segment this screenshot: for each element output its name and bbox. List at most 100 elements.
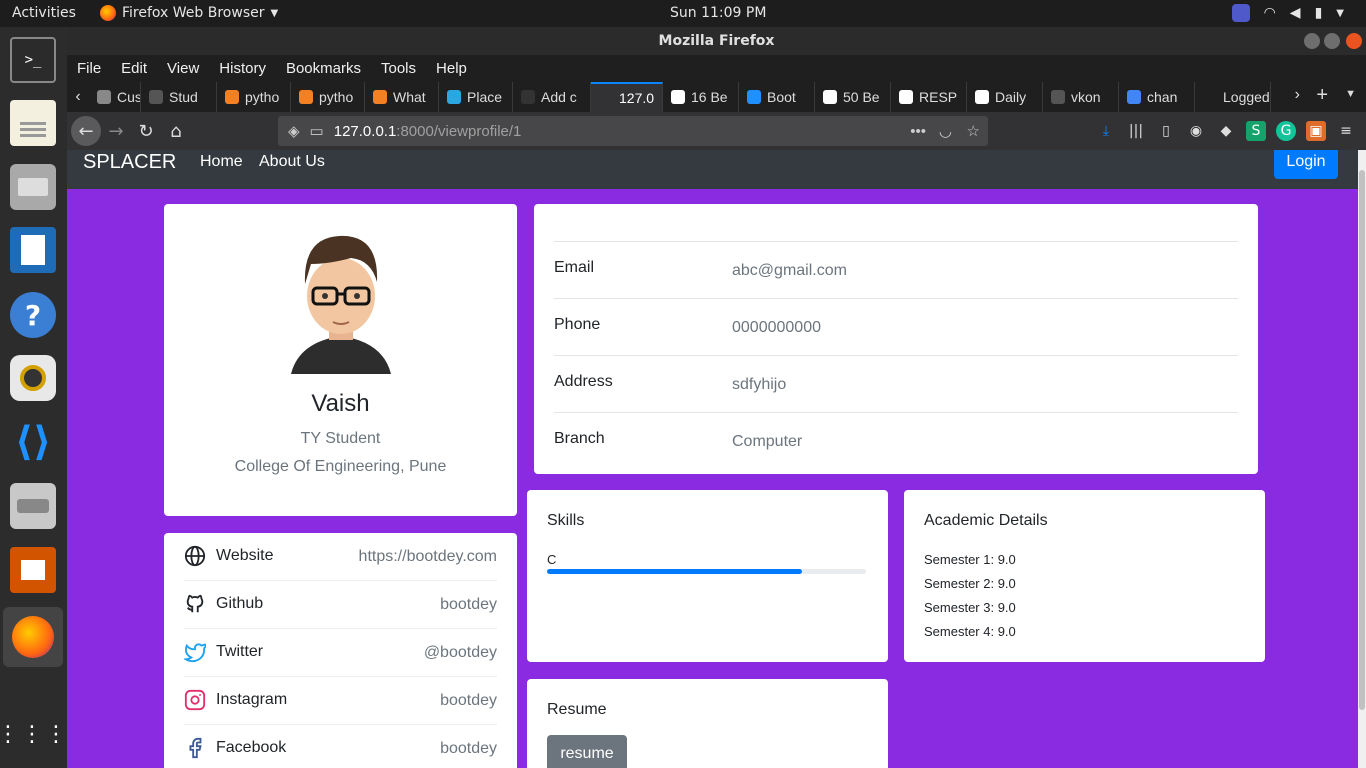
- tab-5[interactable]: What: [365, 82, 439, 112]
- page-actions-icon[interactable]: •••: [910, 123, 926, 140]
- writer-icon[interactable]: [10, 227, 56, 273]
- social-row-facebook[interactable]: Facebook bootdey: [184, 725, 497, 768]
- detail-label: Phone: [554, 316, 601, 333]
- tab-label: pytho: [319, 89, 354, 105]
- account-icon[interactable]: ◉: [1186, 121, 1206, 141]
- tab-6[interactable]: Place: [439, 82, 513, 112]
- forward-icon[interactable]: →: [101, 116, 131, 146]
- tab-8[interactable]: 127.0✕: [591, 82, 663, 112]
- s-extension-icon[interactable]: S: [1246, 121, 1266, 141]
- window-titlebar[interactable]: Mozilla Firefox: [67, 27, 1366, 55]
- twitter-icon: [184, 643, 206, 663]
- extension-icon[interactable]: ◆: [1216, 121, 1236, 141]
- url-host: 127.0.0.1: [333, 122, 397, 140]
- menu-bookmarks[interactable]: Bookmarks: [286, 60, 361, 77]
- back-icon[interactable]: ←: [71, 116, 101, 146]
- url-bar[interactable]: ◈ ▭ 127.0.0.1:8000/viewprofile/1 ••• ◡ ☆: [278, 116, 988, 146]
- home-icon[interactable]: ⌂: [161, 116, 191, 146]
- social-card: Website https://bootdey.com Github bootd…: [164, 533, 517, 768]
- tab-14[interactable]: vkon: [1043, 82, 1119, 112]
- tab-3[interactable]: pytho: [217, 82, 291, 112]
- social-row-github[interactable]: Github bootdey: [184, 581, 497, 629]
- close-icon[interactable]: [1346, 33, 1362, 49]
- impress-icon[interactable]: [10, 547, 56, 593]
- tab-7[interactable]: Add c: [513, 82, 591, 112]
- tab-4[interactable]: pytho: [291, 82, 365, 112]
- tab-1[interactable]: Custo: [89, 82, 141, 112]
- grammarly-icon[interactable]: G: [1276, 121, 1296, 141]
- app-menu[interactable]: Firefox Web Browser ▼: [100, 5, 278, 21]
- social-name: Instagram: [216, 691, 288, 708]
- login-button[interactable]: Login: [1274, 150, 1338, 179]
- tab-label: Stud: [169, 89, 198, 105]
- detail-row: Phone 0000000000: [554, 298, 1238, 355]
- tab-favicon-icon: [747, 90, 761, 104]
- nav-home[interactable]: Home: [200, 153, 243, 171]
- profile-card: Vaish TY Student College Of Engineering,…: [164, 204, 517, 516]
- navigation-toolbar: ← → ↻ ⌂ ◈ ▭ 127.0.0.1:8000/viewprofile/1…: [67, 112, 1366, 150]
- resume-button[interactable]: resume: [547, 735, 627, 768]
- list-tabs-icon[interactable]: ▼: [1345, 88, 1356, 100]
- bookmark-star-icon[interactable]: ☆: [967, 122, 980, 140]
- text-editor-icon[interactable]: [10, 100, 56, 146]
- tab-label: chan: [1147, 89, 1178, 105]
- tab-11[interactable]: 50 Be: [815, 82, 891, 112]
- file-manager-icon[interactable]: [10, 164, 56, 210]
- scrollbar-thumb[interactable]: [1359, 170, 1365, 710]
- tab-12[interactable]: RESP: [891, 82, 967, 112]
- skill-progress-track: [547, 569, 866, 574]
- tab-13[interactable]: Daily: [967, 82, 1043, 112]
- social-row-instagram[interactable]: Instagram bootdey: [184, 677, 497, 725]
- maximize-icon[interactable]: [1324, 33, 1340, 49]
- download-icon[interactable]: ⤓: [1096, 121, 1116, 141]
- clock[interactable]: Sun 11:09 PM: [670, 5, 766, 21]
- firefox-dock-icon[interactable]: [3, 607, 63, 667]
- activities-button[interactable]: Activities: [12, 5, 76, 21]
- menu-help[interactable]: Help: [436, 60, 467, 77]
- teams-icon[interactable]: [1231, 4, 1250, 22]
- rhythmbox-icon[interactable]: [10, 355, 56, 401]
- show-apps-icon[interactable]: ⋮⋮⋮: [0, 712, 67, 758]
- tab-favicon-icon: [671, 90, 685, 104]
- tab-scroll-right-icon[interactable]: ›: [1295, 86, 1300, 104]
- page-scrollbar[interactable]: [1358, 150, 1366, 768]
- social-value: @bootdey: [423, 644, 497, 661]
- tab-2[interactable]: Stud: [141, 82, 217, 112]
- tab-favicon-icon: [97, 90, 111, 104]
- menu-view[interactable]: View: [167, 60, 199, 77]
- tab-10[interactable]: Boot: [739, 82, 815, 112]
- shield-icon[interactable]: ◈: [288, 122, 300, 140]
- terminal-icon[interactable]: >_: [10, 37, 56, 83]
- menu-tools[interactable]: Tools: [381, 60, 416, 77]
- library-icon[interactable]: |||: [1126, 121, 1146, 141]
- minimize-icon[interactable]: [1304, 33, 1320, 49]
- menu-file[interactable]: File: [77, 60, 101, 77]
- page-info-icon[interactable]: ▭: [310, 122, 324, 140]
- detail-value: abc@gmail.com: [732, 262, 847, 279]
- help-icon[interactable]: ?: [10, 292, 56, 338]
- sidebar-icon[interactable]: ▯: [1156, 121, 1176, 141]
- tab-label: 16 Be: [691, 89, 728, 105]
- tab-scroll-left-icon[interactable]: ‹: [67, 88, 89, 106]
- new-tab-icon[interactable]: +: [1316, 84, 1328, 107]
- tab-favicon-icon: [899, 90, 913, 104]
- menu-history[interactable]: History: [219, 60, 266, 77]
- menu-edit[interactable]: Edit: [121, 60, 147, 77]
- vscode-icon[interactable]: ⟨⟩: [10, 419, 56, 465]
- pocket-icon[interactable]: ◡: [939, 122, 952, 140]
- nav-about[interactable]: About Us: [259, 153, 325, 171]
- reload-icon[interactable]: ↻: [131, 116, 161, 146]
- system-tray[interactable]: ◠ ◀ ▮ ▼: [1231, 4, 1344, 22]
- social-row-twitter[interactable]: Twitter @bootdey: [184, 629, 497, 677]
- addon-icon[interactable]: ▣: [1306, 121, 1326, 141]
- site-brand[interactable]: SPLACER: [83, 151, 176, 174]
- social-row-website[interactable]: Website https://bootdey.com: [184, 533, 497, 581]
- tab-16[interactable]: Logged: [1195, 82, 1271, 112]
- social-value: bootdey: [440, 740, 497, 757]
- scanner-icon[interactable]: [10, 483, 56, 529]
- dock: >_ ? ⟨⟩ ⋮⋮⋮: [0, 27, 67, 768]
- tab-label: Add c: [541, 89, 577, 105]
- tab-15[interactable]: chan: [1119, 82, 1195, 112]
- hamburger-menu-icon[interactable]: ≡: [1336, 121, 1356, 141]
- tab-9[interactable]: 16 Be: [663, 82, 739, 112]
